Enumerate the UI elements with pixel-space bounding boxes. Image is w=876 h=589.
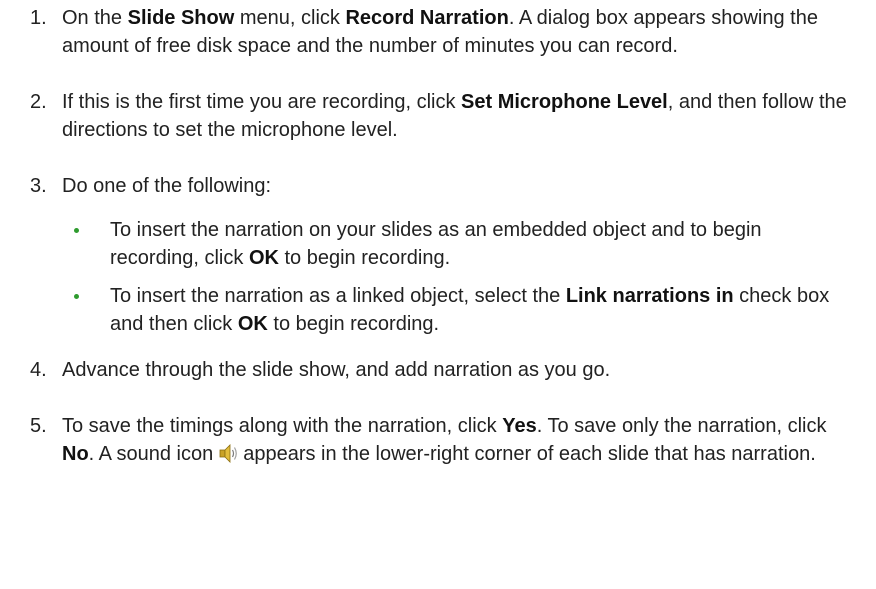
- step-1: 1. On the Slide Show menu, click Record …: [0, 4, 876, 60]
- step-number: 5.: [30, 415, 47, 437]
- text-run: . To save only the narration, click: [536, 415, 827, 437]
- step-number: 4.: [30, 359, 47, 381]
- sub-option-1: To insert the narration on your slides a…: [62, 216, 856, 272]
- text-run: On the: [62, 7, 128, 29]
- step-5: 5. To save the timings along with the na…: [0, 412, 876, 468]
- step-number: 1.: [30, 7, 47, 29]
- command-name: Record Narration: [345, 7, 509, 29]
- button-name: Yes: [502, 415, 537, 437]
- button-name: OK: [248, 247, 279, 269]
- bullet-icon: [74, 294, 79, 299]
- step-text: On the Slide Show menu, click Record Nar…: [62, 7, 818, 57]
- text-run: to begin recording.: [278, 247, 451, 269]
- step-number: 2.: [30, 91, 47, 113]
- step-text: If this is the first time you are record…: [62, 91, 847, 141]
- step-number: 3.: [30, 175, 47, 197]
- step-2: 2. If this is the first time you are rec…: [0, 88, 876, 144]
- speaker-icon: [217, 441, 241, 465]
- text-run: to begin recording.: [267, 313, 440, 335]
- text-run: . A sound icon: [88, 443, 214, 465]
- instruction-steps: 1. On the Slide Show menu, click Record …: [0, 4, 876, 468]
- command-name: Set Microphone Level: [461, 91, 668, 113]
- step-text: Advance through the slide show, and add …: [62, 359, 611, 381]
- checkbox-name: Link narrations in: [565, 285, 734, 307]
- text-run: If this is the first time you are record…: [62, 91, 462, 113]
- step-text: Do one of the following:: [62, 175, 272, 197]
- menu-name: Slide Show: [127, 7, 235, 29]
- text-run: To insert the narration as a linked obje…: [110, 285, 566, 307]
- text-run: appears in the lower-right corner of eac…: [243, 443, 816, 465]
- sub-option-2: To insert the narration as a linked obje…: [62, 282, 856, 338]
- bullet-icon: [74, 228, 79, 233]
- text-run: To save the timings along with the narra…: [62, 415, 503, 437]
- button-name: No: [62, 443, 89, 465]
- step-4: 4. Advance through the slide show, and a…: [0, 356, 876, 384]
- sub-options: To insert the narration on your slides a…: [62, 216, 856, 338]
- button-name: OK: [237, 313, 268, 335]
- step-3: 3. Do one of the following: To insert th…: [0, 172, 876, 338]
- text-run: menu, click: [234, 7, 346, 29]
- step-text: To save the timings along with the narra…: [62, 415, 826, 465]
